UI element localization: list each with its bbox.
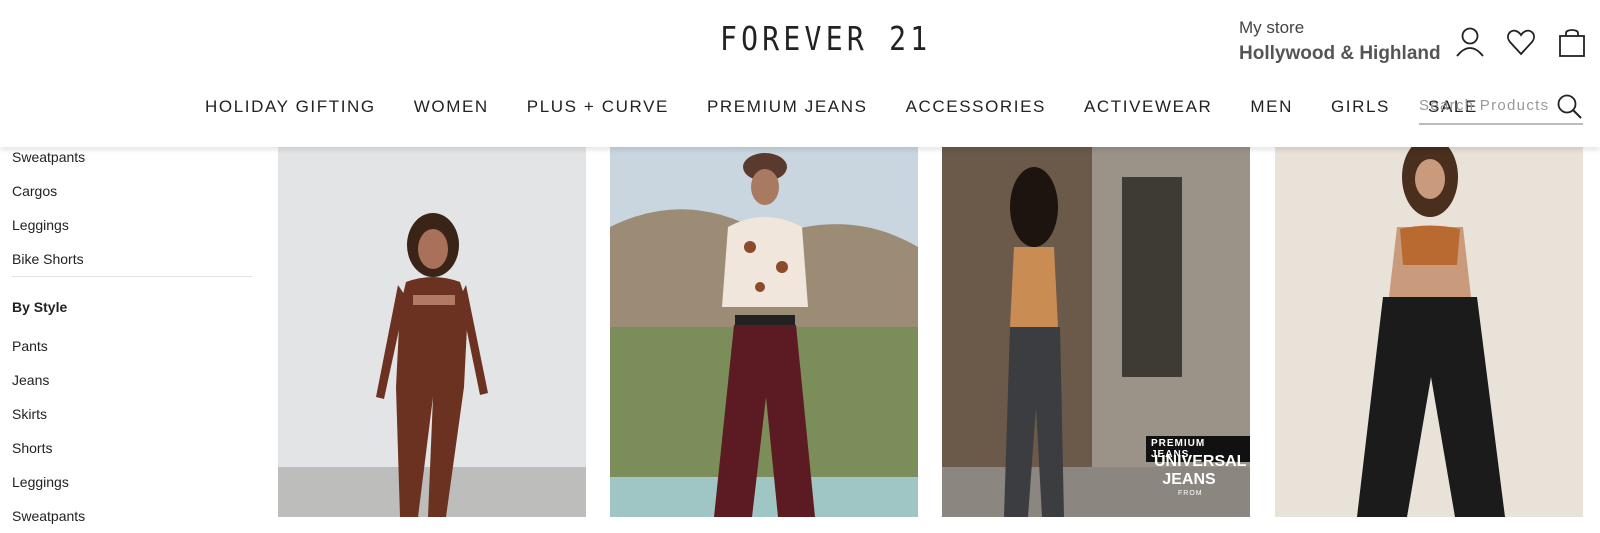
filter-sidebar: Sweatpants Cargos Leggings Bike Shorts B… bbox=[12, 140, 252, 533]
filter-style-sweatpants[interactable]: Sweatpants bbox=[12, 499, 252, 533]
nav-girls[interactable]: GIRLS bbox=[1331, 97, 1390, 117]
filter-bike-shorts[interactable]: Bike Shorts bbox=[12, 242, 252, 276]
search-input[interactable] bbox=[1419, 91, 1549, 119]
universal-jeans-overlay: UNIVERSAL JEANS bbox=[1154, 453, 1247, 488]
site-header: FOREVER 21 My store Hollywood & Highland… bbox=[0, 0, 1600, 147]
store-name[interactable]: Hollywood & Highland bbox=[1239, 43, 1441, 65]
shopping-bag-icon[interactable] bbox=[1557, 26, 1587, 58]
filter-style-jeans[interactable]: Jeans bbox=[12, 363, 252, 397]
nav-accessories[interactable]: ACCESSORIES bbox=[906, 97, 1046, 117]
store-label: My store bbox=[1239, 18, 1305, 37]
main-nav: HOLIDAY GIFTING WOMEN PLUS + CURVE PREMI… bbox=[205, 97, 1516, 117]
filter-style-skirts[interactable]: Skirts bbox=[12, 397, 252, 431]
account-icon[interactable] bbox=[1455, 26, 1485, 58]
nav-plus-curve[interactable]: PLUS + CURVE bbox=[527, 97, 669, 117]
filter-style-pants[interactable]: Pants bbox=[12, 329, 252, 363]
sidebar-divider bbox=[12, 276, 252, 277]
nav-premium-jeans[interactable]: PREMIUM JEANS bbox=[707, 97, 868, 117]
product-image-brown-set[interactable] bbox=[278, 147, 586, 517]
nav-women[interactable]: WOMEN bbox=[414, 97, 489, 117]
filter-style-leggings[interactable]: Leggings bbox=[12, 465, 252, 499]
filter-heading-by-style: By Style bbox=[12, 299, 68, 315]
product-image-floral-flares[interactable] bbox=[610, 147, 918, 517]
product-image-universal-jeans[interactable]: PREMIUM JEANS UNIVERSAL JEANS FROM bbox=[942, 147, 1250, 517]
filter-style-shorts[interactable]: Shorts bbox=[12, 431, 252, 465]
filter-leggings[interactable]: Leggings bbox=[12, 208, 252, 242]
nav-men[interactable]: MEN bbox=[1250, 97, 1293, 117]
brand-logo[interactable]: FOREVER 21 bbox=[720, 19, 931, 58]
nav-holiday-gifting[interactable]: HOLIDAY GIFTING bbox=[205, 97, 376, 117]
search-box bbox=[1419, 91, 1583, 125]
filter-cargos[interactable]: Cargos bbox=[12, 174, 252, 208]
store-selector[interactable]: My store Hollywood & Highland bbox=[1239, 18, 1441, 65]
product-image-leather-pants[interactable] bbox=[1275, 147, 1583, 517]
heart-icon[interactable] bbox=[1506, 26, 1536, 58]
search-icon[interactable] bbox=[1556, 93, 1582, 119]
nav-activewear[interactable]: ACTIVEWEAR bbox=[1084, 97, 1212, 117]
overlay-from-label: FROM bbox=[1178, 490, 1203, 497]
